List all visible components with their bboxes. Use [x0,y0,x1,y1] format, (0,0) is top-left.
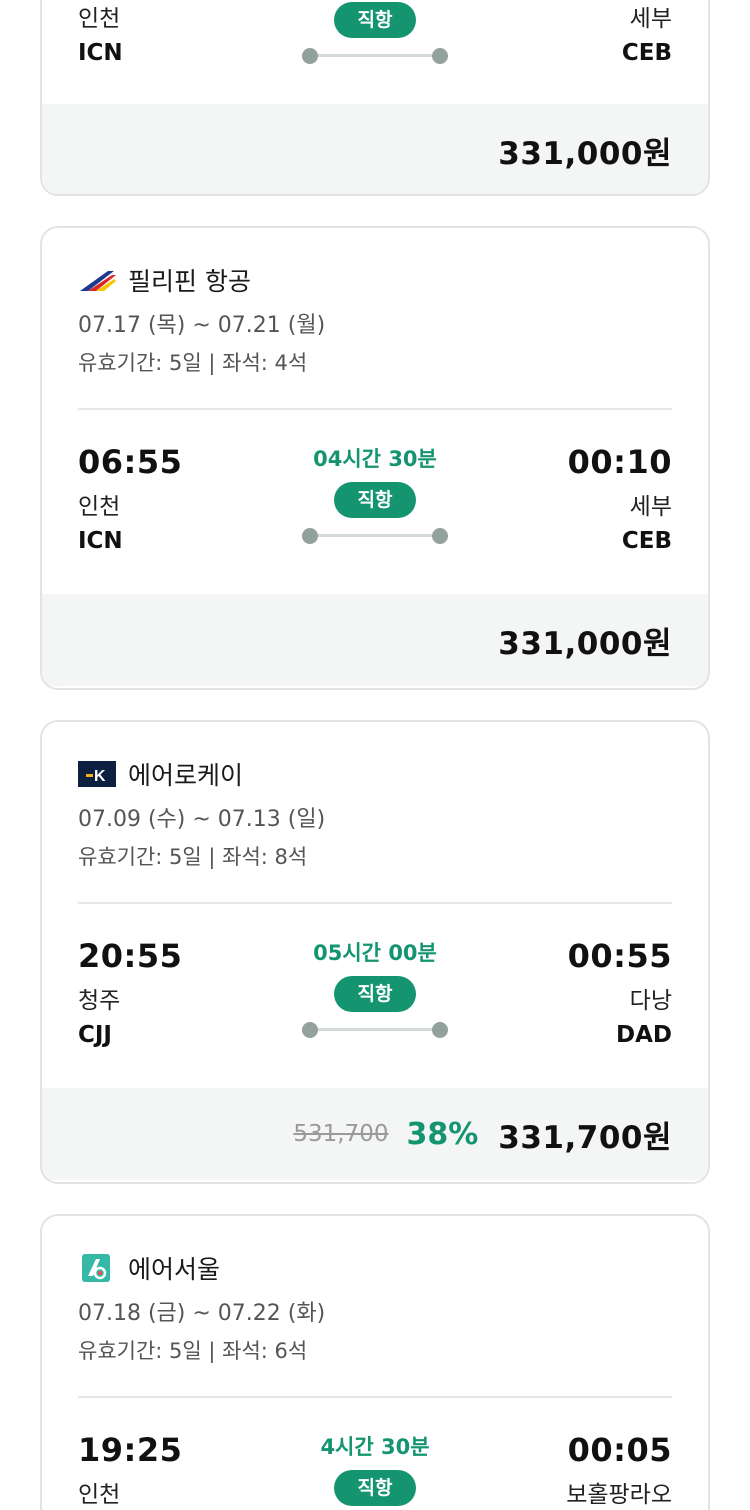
flight-card[interactable]: 인천 ICN 직항 세부 CEB 331,000원 [40,0,710,196]
departure-code: CJJ [78,1022,112,1048]
arrival-time: 00:05 [567,1431,672,1469]
departure-city: 인천 [78,6,121,32]
airline-row: 필리핀 항공 [78,262,672,298]
arrival-city: 다낭 [629,988,672,1014]
airline-row: 에어서울 [78,1250,672,1286]
price-bar: 331,000원 [42,594,708,686]
destination-dot [432,48,448,64]
airline-row: K 에어로케이 [78,756,672,792]
flight-duration: 05시간 00분 [313,941,437,965]
flight-route: 4시간 30분 직항 [302,1432,448,1506]
price: 331,000원 [498,135,672,172]
flight-route: 05시간 00분 직항 [302,938,448,1038]
origin-dot [302,528,318,544]
arrival-code: CEB [621,40,672,66]
travel-dates: 07.09 (수) ~ 07.13 (일) [78,807,326,832]
departure-city: 인천 [78,494,121,520]
validity-seats: 유효기간: 5일 | 좌석: 8석 [78,845,308,869]
flight-route: 직항 [302,0,448,64]
destination-dot [432,1022,448,1038]
direct-badge: 직항 [333,976,417,1012]
departure-info: 06:55 인천 ICN [78,442,182,556]
air-seoul-logo-icon [78,1254,116,1282]
flight-card[interactable]: 필리핀 항공 07.17 (목) ~ 07.21 (월) 유효기간: 5일 | … [40,226,710,690]
aerok-logo-icon: K [78,761,116,787]
price: 331,700원 [498,1119,672,1156]
airline-name: 필리핀 항공 [128,267,251,296]
flight-card[interactable]: 에어서울 07.18 (금) ~ 07.22 (화) 유효기간: 5일 | 좌석… [40,1214,710,1510]
airline-name: 에어서울 [128,1255,221,1284]
origin-dot [302,48,318,64]
departure-info: 인천 ICN [78,4,123,68]
route-line [302,528,448,544]
discount-rate: 38% [406,1116,479,1152]
philippine-airlines-logo-icon [78,267,116,293]
travel-dates: 07.17 (목) ~ 07.21 (월) [78,313,326,338]
arrival-code: CEB [621,528,672,554]
svg-text:K: K [94,768,106,785]
departure-info: 19:25 인천 [78,1430,182,1510]
departure-time: 19:25 [78,1431,183,1469]
departure-code: ICN [78,40,123,66]
direct-badge: 직항 [333,2,417,38]
arrival-time: 00:55 [567,937,672,975]
departure-city: 인천 [78,1482,121,1508]
route-line [302,48,448,64]
arrival-city: 세부 [629,494,672,520]
arrival-info: 00:05 보홀팡라오 [566,1430,672,1510]
flight-duration: 4시간 30분 [320,1435,430,1459]
departure-time: 06:55 [78,443,183,481]
departure-time: 20:55 [78,937,183,975]
departure-city: 청주 [78,988,121,1014]
travel-dates: 07.18 (금) ~ 07.22 (화) [78,1301,326,1326]
arrival-info: 세부 CEB [622,4,672,68]
validity-seats: 유효기간: 5일 | 좌석: 4석 [78,351,308,375]
validity-seats: 유효기간: 5일 | 좌석: 6석 [78,1339,308,1363]
arrival-code: DAD [616,1022,672,1048]
flight-duration: 04시간 30분 [313,447,437,471]
airline-name: 에어로케이 [128,761,244,790]
flight-card[interactable]: K 에어로케이 07.09 (수) ~ 07.13 (일) 유효기간: 5일 |… [40,720,710,1184]
departure-code: ICN [78,528,123,554]
origin-dot [302,1022,318,1038]
arrival-city: 보홀팡라오 [566,1482,672,1508]
direct-badge: 직항 [333,1470,417,1506]
flight-route: 04시간 30분 직항 [302,444,448,544]
price-bar: 331,000원 [42,104,708,194]
direct-badge: 직항 [333,482,417,518]
arrival-info: 00:55 다낭 DAD [568,936,672,1050]
destination-dot [432,528,448,544]
route-line [302,1022,448,1038]
original-price: 531,700 [293,1121,389,1147]
arrival-info: 00:10 세부 CEB [568,442,672,556]
arrival-time: 00:10 [567,443,672,481]
departure-info: 20:55 청주 CJJ [78,936,182,1050]
arrival-city: 세부 [629,6,672,32]
price-bar: 531,700 38% 331,700원 [42,1088,708,1180]
price: 331,000원 [498,625,672,662]
